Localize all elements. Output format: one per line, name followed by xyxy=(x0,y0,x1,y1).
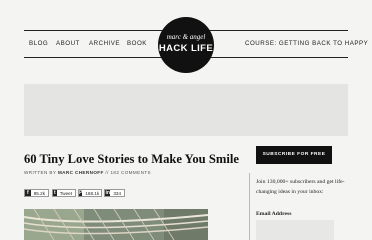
subscribe-button[interactable]: SUBSCRIBE FOR FREE xyxy=(256,146,332,164)
comments-link[interactable]: 182 COMMENTS xyxy=(110,170,151,175)
nav-archive[interactable]: ARCHIVE xyxy=(89,40,120,47)
linkedin-share-count: 334 xyxy=(113,190,121,196)
article-byline: WRITTEN BY MARC CHERNOFF // 182 COMMENTS xyxy=(24,170,151,175)
nav-about[interactable]: ABOUT xyxy=(56,40,80,47)
logo-top-text: marc & angel xyxy=(166,33,206,41)
nav-book[interactable]: BOOK xyxy=(127,40,147,47)
facebook-share-button[interactable]: f 85.2k xyxy=(24,189,49,197)
email-label: Email Address xyxy=(256,211,292,217)
nav-blog[interactable]: BLOG xyxy=(29,40,48,47)
email-field[interactable] xyxy=(256,220,334,240)
twitter-share-button[interactable]: t Tweet xyxy=(52,189,76,197)
facebook-share-count: 85.2k xyxy=(33,190,45,196)
pinterest-share-button[interactable]: P 168.1k xyxy=(78,189,102,197)
twitter-share-label: Tweet xyxy=(59,190,72,196)
subscribe-pitch: Join 130,000+ subscribers and get life-c… xyxy=(256,179,345,195)
pinterest-share-count: 168.1k xyxy=(85,190,100,196)
nav-course[interactable]: COURSE: GETTING BACK TO HAPPY xyxy=(245,40,368,47)
author-link[interactable]: MARC CHERNOFF xyxy=(58,170,104,175)
byline-separator: // xyxy=(105,170,109,175)
ad-banner xyxy=(24,84,348,136)
hammock-photo xyxy=(24,209,208,240)
linkedin-share-button[interactable]: in 334 xyxy=(104,189,125,197)
page: BLOG ABOUT ARCHIVE BOOK COURSE: GETTING … xyxy=(0,0,372,240)
byline-prefix: WRITTEN BY xyxy=(24,170,57,175)
article-title: 60 Tiny Love Stories to Make You Smile xyxy=(24,152,239,166)
logo-bottom-text: HACK LIFE xyxy=(158,43,214,54)
article-hero-image xyxy=(24,209,208,240)
site-logo[interactable]: marc & angel HACK LIFE xyxy=(158,17,214,73)
